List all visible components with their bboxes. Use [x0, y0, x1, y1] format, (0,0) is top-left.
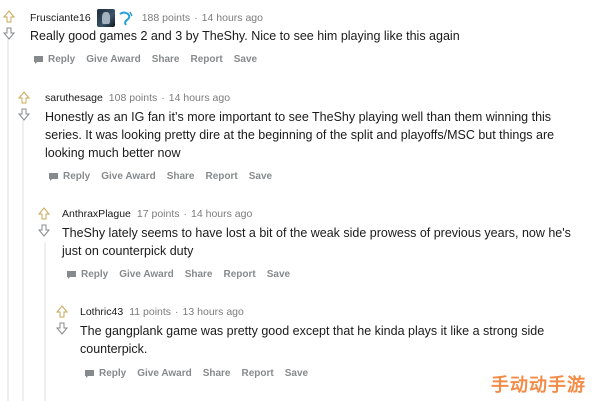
author-link[interactable]: AnthraxPlague — [62, 208, 131, 220]
comment-body: Really good games 2 and 3 by TheShy. Nic… — [30, 29, 460, 43]
score: 17 points — [136, 208, 180, 220]
user-flair — [96, 9, 134, 27]
report-button[interactable]: Report — [224, 269, 256, 280]
comment-body: Honestly as an IG fan it’s more importan… — [45, 108, 554, 162]
comment-meta: Frusciante16 188 points · 14 hours ago — [30, 9, 263, 27]
share-button[interactable]: Share — [167, 171, 195, 182]
timestamp[interactable]: 14 hours ago — [169, 92, 230, 104]
comment-actions: Reply Give Award Share Report Save — [48, 171, 272, 182]
separator: · — [194, 12, 198, 24]
comment-icon — [67, 270, 76, 279]
team-logo-icon — [119, 11, 133, 26]
give-award-button[interactable]: Give Award — [86, 54, 140, 65]
reply-label: Reply — [63, 171, 91, 182]
save-button[interactable]: Save — [249, 171, 272, 182]
comment-actions: Reply Give Award Share Report Save — [66, 269, 290, 280]
upvote-icon[interactable] — [38, 207, 50, 237]
report-button[interactable]: Report — [191, 54, 223, 65]
comment-meta: saruthesage 108 points · 14 hours ago — [45, 92, 230, 104]
upvote-icon[interactable] — [56, 305, 68, 335]
upvote-icon[interactable] — [3, 10, 15, 40]
report-button[interactable]: Report — [242, 368, 274, 379]
share-button[interactable]: Share — [185, 269, 213, 280]
score: 108 points — [108, 92, 158, 104]
author-link[interactable]: Lothric43 — [80, 306, 123, 318]
comment-body: TheShy lately seems to have lost a bit o… — [62, 224, 571, 260]
comment-body-line: series. It was looking pretty dire at th… — [45, 128, 555, 142]
comment-icon — [34, 55, 43, 64]
share-button[interactable]: Share — [152, 54, 180, 65]
upvote-icon[interactable] — [18, 91, 30, 121]
separator: · — [175, 306, 179, 318]
save-button[interactable]: Save — [234, 54, 257, 65]
save-button[interactable]: Save — [267, 269, 290, 280]
thread-line[interactable] — [7, 38, 9, 401]
author-link[interactable]: saruthesage — [45, 92, 103, 104]
give-award-button[interactable]: Give Award — [137, 368, 191, 379]
reply-button[interactable]: Reply — [66, 269, 108, 280]
comment-meta: Lothric43 11 points · 13 hours ago — [80, 306, 244, 318]
comment-body-line: The gangplank game was pretty good excep… — [80, 324, 545, 338]
reply-button[interactable]: Reply — [84, 368, 126, 379]
author-link[interactable]: Frusciante16 — [30, 12, 91, 24]
comment-body-line: counterpick. — [80, 342, 148, 356]
watermark-logo: 手动动手游 — [491, 375, 586, 396]
reply-label: Reply — [48, 54, 76, 65]
comment-meta: AnthraxPlague 17 points · 14 hours ago — [62, 208, 252, 220]
comment-body-line: looking much better now — [45, 146, 181, 160]
reply-label: Reply — [81, 269, 109, 280]
save-button[interactable]: Save — [285, 368, 308, 379]
give-award-button[interactable]: Give Award — [101, 171, 155, 182]
comment-body: The gangplank game was pretty good excep… — [80, 322, 544, 358]
thread-line[interactable] — [44, 242, 46, 401]
share-button[interactable]: Share — [203, 368, 231, 379]
thread-line[interactable] — [22, 120, 24, 401]
comment-body-line: Honestly as an IG fan it’s more importan… — [45, 110, 552, 124]
team-flair-image — [96, 9, 115, 27]
timestamp[interactable]: 14 hours ago — [202, 12, 263, 24]
give-award-button[interactable]: Give Award — [119, 269, 173, 280]
vote-arrows — [3, 10, 17, 40]
report-button[interactable]: Report — [206, 171, 238, 182]
separator: · — [183, 208, 188, 220]
reply-button[interactable]: Reply — [48, 171, 90, 182]
comment-actions: Reply Give Award Share Report Save — [33, 54, 257, 65]
comment-actions: Reply Give Award Share Report Save — [84, 368, 308, 379]
comment-body-line: TheShy lately seems to have lost a bit o… — [62, 226, 571, 240]
vote-arrows — [56, 305, 70, 335]
vote-arrows — [38, 207, 52, 237]
score: 11 points — [129, 306, 172, 318]
reply-button[interactable]: Reply — [33, 54, 75, 65]
timestamp[interactable]: 13 hours ago — [183, 306, 244, 318]
separator: · — [161, 92, 165, 104]
vote-arrows — [18, 91, 32, 121]
comment-icon — [49, 172, 58, 181]
comment-icon — [85, 369, 94, 378]
timestamp[interactable]: 14 hours ago — [191, 208, 252, 220]
reply-label: Reply — [99, 368, 127, 379]
comment-body-line: just on counterpick duty — [62, 244, 194, 258]
score: 188 points — [141, 12, 191, 24]
